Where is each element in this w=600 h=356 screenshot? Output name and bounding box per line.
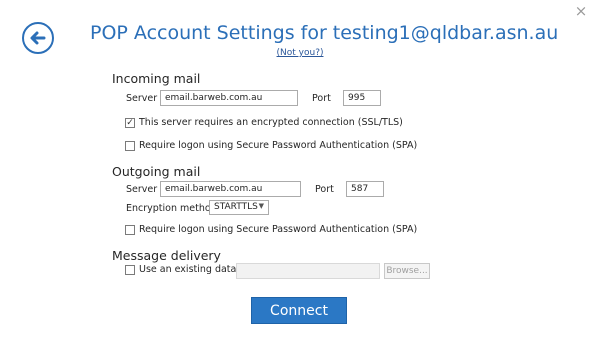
incoming-spa-checkbox[interactable] (125, 141, 135, 151)
outgoing-server-label: Server (126, 184, 158, 195)
outgoing-spa-checkbox[interactable] (125, 225, 135, 235)
existing-data-file-checkbox[interactable] (125, 265, 135, 275)
incoming-ssl-label: This server requires an encrypted connec… (139, 117, 403, 128)
outgoing-spa-label: Require logon using Secure Password Auth… (139, 224, 418, 235)
incoming-port-label: Port (312, 93, 331, 104)
dialog-title: POP Account Settings for testing1@qldbar… (90, 22, 559, 44)
browse-button[interactable]: Browse... (384, 263, 430, 279)
message-delivery-heading: Message delivery (112, 248, 221, 263)
connect-button[interactable]: Connect (251, 297, 347, 324)
incoming-port-input[interactable] (343, 90, 381, 106)
outgoing-mail-heading: Outgoing mail (112, 164, 201, 179)
incoming-mail-heading: Incoming mail (112, 71, 201, 86)
data-file-path-input[interactable] (236, 263, 380, 279)
outgoing-server-input[interactable] (160, 181, 301, 197)
chevron-down-icon: ▼ (258, 202, 264, 210)
incoming-server-label: Server (126, 93, 158, 104)
encryption-method-label: Encryption method (126, 203, 217, 214)
back-arrow-icon[interactable] (22, 22, 54, 54)
encryption-method-select[interactable]: STARTTLS ▼ (209, 200, 269, 215)
not-you-link[interactable]: (Not you?) (270, 48, 330, 58)
outgoing-port-input[interactable] (346, 181, 384, 197)
encryption-method-value: STARTTLS (214, 202, 258, 212)
outgoing-port-label: Port (315, 184, 334, 195)
incoming-spa-label: Require logon using Secure Password Auth… (139, 140, 418, 151)
incoming-ssl-checkbox[interactable]: ✓ (125, 118, 135, 128)
incoming-server-input[interactable] (160, 90, 298, 106)
close-icon[interactable]: × (572, 2, 590, 20)
